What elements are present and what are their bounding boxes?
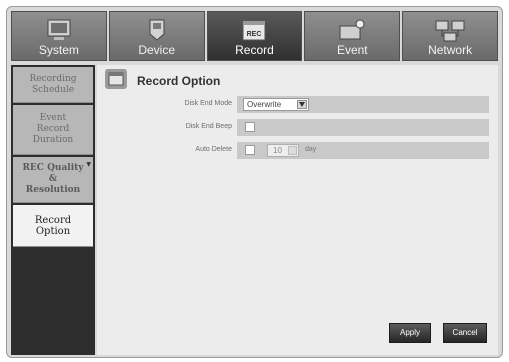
tab-event[interactable]: Event <box>304 11 401 61</box>
tab-system[interactable]: System <box>11 11 107 61</box>
page-title: Record Option <box>137 74 221 88</box>
tab-label: Network <box>428 43 473 57</box>
dvr-settings-window: System Device REC Record Event Network R… <box>6 6 503 358</box>
sidebar-item-label: REC Quality & Resolution <box>22 163 84 195</box>
chevron-down-icon[interactable] <box>288 146 297 155</box>
sidebar-item-rec-quality-resolution[interactable]: REC Quality & Resolution ▼ <box>13 157 93 203</box>
disk-end-mode-value: Overwrite <box>247 100 282 109</box>
top-tab-bar: System Device REC Record Event Network <box>11 11 498 61</box>
tab-label: Record <box>235 43 274 57</box>
auto-delete-checkbox[interactable] <box>245 145 255 155</box>
auto-delete-days-select[interactable]: 10 <box>267 144 299 157</box>
sidebar-item-label: Event Record Duration <box>32 113 74 145</box>
apply-button[interactable]: Apply <box>389 323 431 343</box>
disk-end-mode-label: Disk End Mode <box>184 100 232 107</box>
event-icon <box>339 19 365 40</box>
record-option-icon <box>105 69 127 89</box>
disk-end-beep-row <box>237 119 489 136</box>
sidebar-item-event-record-duration[interactable]: Event Record Duration <box>13 105 93 155</box>
sidebar: Recording Schedule Event Record Duration… <box>11 65 95 355</box>
network-icon <box>435 20 465 42</box>
chevron-down-icon[interactable] <box>297 100 307 109</box>
tab-record[interactable]: REC Record <box>206 11 303 61</box>
device-icon <box>149 19 165 41</box>
tab-device[interactable]: Device <box>108 11 205 61</box>
auto-delete-unit: day <box>305 146 317 153</box>
cancel-button[interactable]: Cancel <box>443 323 487 343</box>
sidebar-item-record-option[interactable]: Record Option <box>13 205 93 247</box>
disk-end-mode-row: Overwrite <box>237 96 489 113</box>
record-icon-text: REC <box>247 31 262 38</box>
collapse-marker-icon: ▼ <box>86 161 91 168</box>
tab-network[interactable]: Network <box>402 11 498 61</box>
auto-delete-label: Auto Delete <box>195 146 232 153</box>
auto-delete-days-value: 10 <box>273 146 282 155</box>
tab-label: Event <box>336 43 368 57</box>
content-panel: Record Option Disk End Mode Overwrite Di… <box>97 65 498 355</box>
disk-end-mode-select[interactable]: Overwrite <box>243 98 309 111</box>
tab-label: Device <box>138 43 176 57</box>
sidebar-item-recording-schedule[interactable]: Recording Schedule <box>13 67 93 103</box>
disk-end-beep-checkbox[interactable] <box>245 122 255 132</box>
tab-label: System <box>38 43 79 57</box>
sidebar-item-label: Recording Schedule <box>29 73 77 95</box>
disk-end-beep-label: Disk End Beep <box>185 123 232 130</box>
auto-delete-row: 10 day <box>237 142 489 159</box>
record-icon: REC <box>242 20 266 41</box>
sidebar-item-label: Record Option <box>34 214 72 237</box>
system-icon <box>47 19 71 40</box>
